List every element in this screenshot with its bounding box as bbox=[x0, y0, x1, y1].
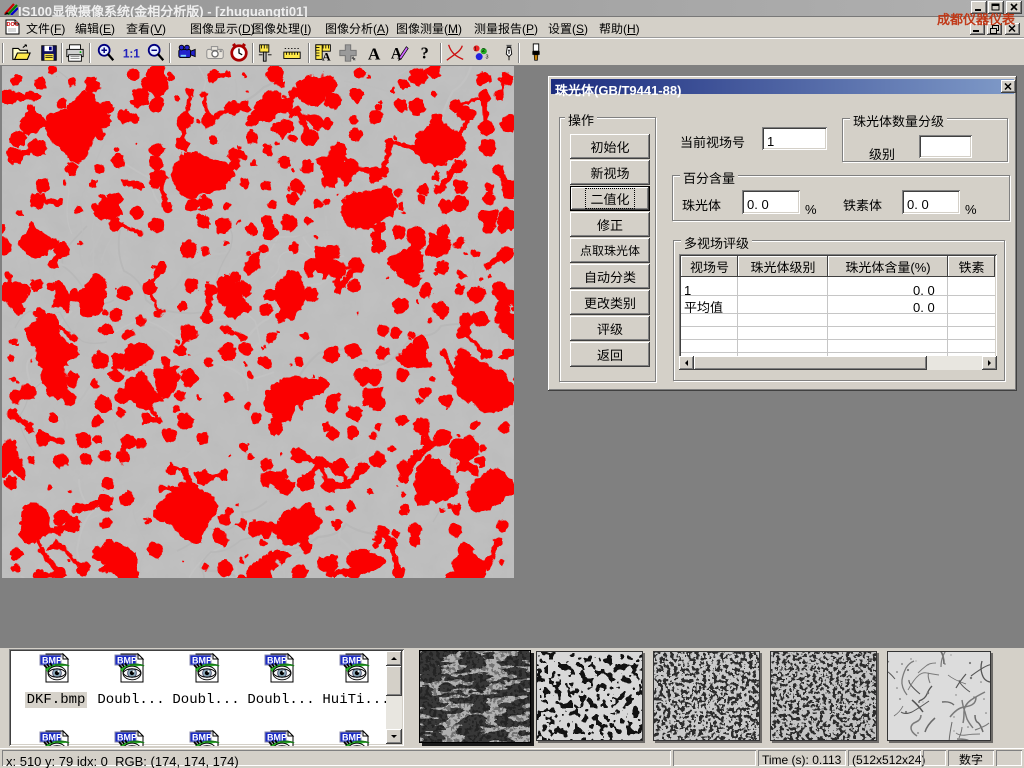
svg-text:DOC: DOC bbox=[7, 22, 19, 28]
svg-text:3: 3 bbox=[486, 54, 489, 60]
svg-text:2: 2 bbox=[482, 48, 485, 54]
svg-text:A: A bbox=[322, 49, 331, 63]
svg-text:A: A bbox=[368, 44, 381, 63]
svg-text:?: ? bbox=[421, 43, 429, 62]
svg-text:1:1: 1:1 bbox=[123, 47, 140, 61]
svg-text:1: 1 bbox=[474, 46, 477, 52]
